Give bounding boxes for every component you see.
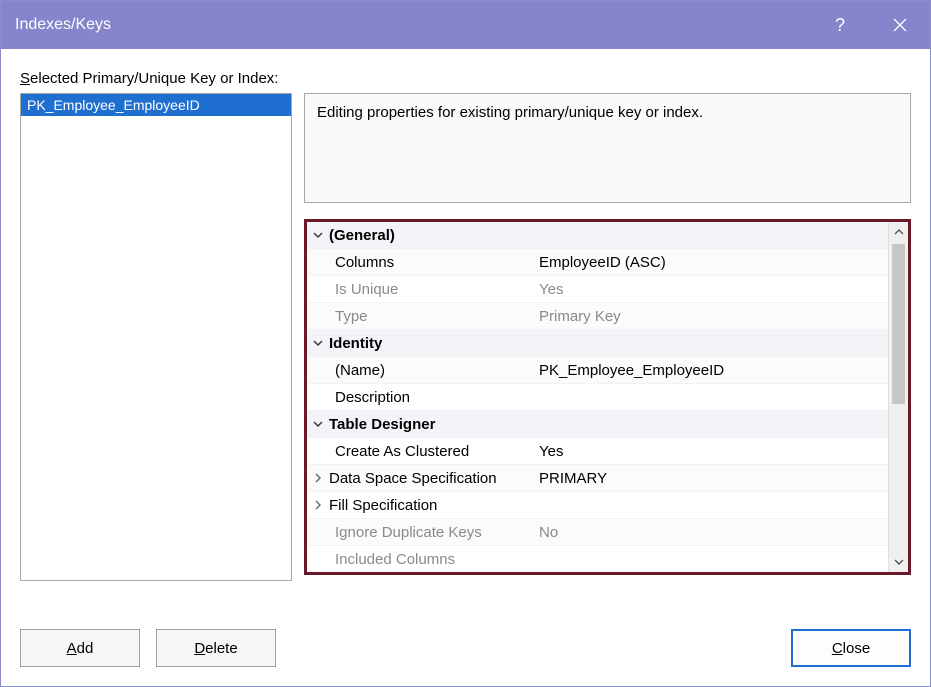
prop-row-data-space[interactable]: Data Space Specification PRIMARY [307,465,888,492]
add-button[interactable]: Add [20,629,140,667]
description-box: Editing properties for existing primary/… [304,93,911,203]
group-header-table-designer[interactable]: Table Designer [307,411,888,438]
property-grid-frame: (General) Columns EmployeeID (ASC) Is Un… [304,219,911,575]
title-bar: Indexes/Keys ? [1,1,930,49]
chevron-down-icon[interactable] [307,338,329,348]
chevron-down-icon[interactable] [307,419,329,429]
button-row: Add Delete Close [20,625,911,671]
prop-row-included-cols[interactable]: Included Columns [307,546,888,572]
prop-row-is-unique[interactable]: Is Unique Yes [307,276,888,303]
list-label: Selected Primary/Unique Key or Index: [20,70,911,87]
chevron-down-icon[interactable] [307,230,329,240]
prop-row-ignore-dup[interactable]: Ignore Duplicate Keys No [307,519,888,546]
close-icon [893,18,907,32]
help-icon: ? [835,15,845,36]
group-header-identity[interactable]: Identity [307,330,888,357]
index-listbox[interactable]: PK_Employee_EmployeeID [20,93,292,581]
group-header-general[interactable]: (General) [307,222,888,249]
prop-row-type[interactable]: Type Primary Key [307,303,888,330]
scroll-down-arrow[interactable] [889,552,908,572]
prop-row-columns[interactable]: Columns EmployeeID (ASC) [307,249,888,276]
list-item[interactable]: PK_Employee_EmployeeID [21,94,291,116]
property-grid[interactable]: (General) Columns EmployeeID (ASC) Is Un… [307,222,888,572]
delete-button[interactable]: Delete [156,629,276,667]
prop-row-fill-spec[interactable]: Fill Specification [307,492,888,519]
chevron-right-icon[interactable] [307,473,329,483]
window-title: Indexes/Keys [15,16,810,34]
description-text: Editing properties for existing primary/… [317,104,703,121]
help-button[interactable]: ? [810,1,870,49]
close-button[interactable]: Close [791,629,911,667]
close-window-button[interactable] [870,1,930,49]
scroll-up-arrow[interactable] [889,222,908,242]
chevron-right-icon[interactable] [307,500,329,510]
dialog-body: Selected Primary/Unique Key or Index: PK… [0,48,931,687]
prop-row-name[interactable]: (Name) PK_Employee_EmployeeID [307,357,888,384]
property-grid-scrollbar[interactable] [888,222,908,572]
prop-row-description[interactable]: Description [307,384,888,411]
prop-row-create-clustered[interactable]: Create As Clustered Yes [307,438,888,465]
scroll-thumb[interactable] [892,244,905,404]
